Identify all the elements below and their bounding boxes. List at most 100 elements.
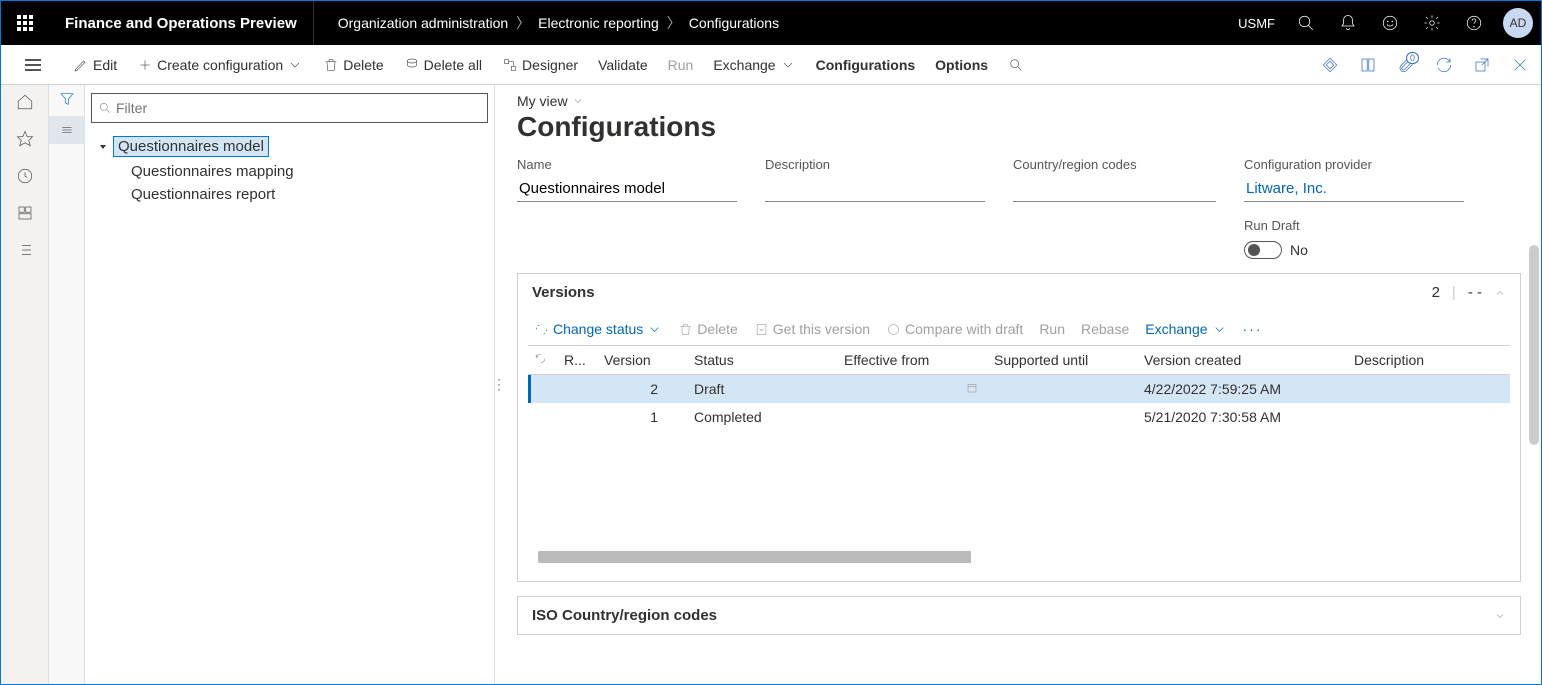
- filter-rail: [49, 85, 85, 684]
- chevron-down-icon: [572, 95, 584, 107]
- main-content: My view Configurations Name Description …: [503, 85, 1541, 684]
- search-icon: [1297, 14, 1315, 32]
- version-exchange-button[interactable]: Exchange: [1145, 321, 1226, 337]
- list-toggle-button[interactable]: [49, 116, 85, 144]
- run-draft-value: No: [1290, 242, 1308, 258]
- validate-button[interactable]: Validate: [594, 57, 652, 73]
- favorites-rail-button[interactable]: [16, 130, 34, 151]
- chevron-up-icon: [1494, 287, 1506, 299]
- col-supported[interactable]: Supported until: [988, 346, 1138, 375]
- popout-button[interactable]: [1469, 56, 1495, 74]
- run-draft-toggle-wrap: No: [1244, 241, 1464, 259]
- cell-status: Draft: [688, 375, 838, 404]
- grid-refresh-header[interactable]: [528, 346, 558, 375]
- help-button[interactable]: [1453, 1, 1495, 45]
- star-icon: [16, 130, 34, 148]
- workspaces-rail-button[interactable]: [16, 204, 34, 225]
- table-row[interactable]: 2 Draft 4/22/2022 7:59:25 AM: [528, 375, 1510, 404]
- versions-section-body: Change status Delete Get this version Co…: [518, 311, 1520, 581]
- col-effective[interactable]: Effective from: [838, 346, 988, 375]
- vertical-scrollbar[interactable]: [1529, 245, 1539, 445]
- cell-supported: [988, 403, 1138, 431]
- configurations-button[interactable]: Configurations: [812, 57, 920, 73]
- company-code[interactable]: USMF: [1228, 16, 1285, 31]
- left-rail: [1, 85, 49, 684]
- description-input[interactable]: [765, 176, 985, 202]
- provider-input[interactable]: [1244, 176, 1464, 202]
- run-draft-label: Run Draft: [1244, 218, 1464, 233]
- country-field: Country/region codes: [1013, 157, 1216, 259]
- hamburger-button[interactable]: [9, 59, 57, 71]
- tree-item-label: Questionnaires report: [131, 186, 275, 203]
- tree-item-label: Questionnaires model: [113, 136, 269, 157]
- versions-section-header[interactable]: Versions 2 | - -: [518, 274, 1520, 311]
- breadcrumb-item[interactable]: Configurations: [689, 15, 779, 31]
- compare-button: Compare with draft: [886, 321, 1023, 337]
- col-version[interactable]: Version: [598, 346, 688, 375]
- cell-description: [1348, 403, 1510, 431]
- section-title: Versions: [532, 284, 595, 301]
- trash-icon: [678, 322, 693, 337]
- funnel-icon: [59, 91, 75, 107]
- diamond-button[interactable]: [1317, 56, 1343, 74]
- open-button[interactable]: [1355, 56, 1381, 74]
- home-icon: [16, 93, 34, 111]
- find-button[interactable]: [1004, 57, 1028, 73]
- feedback-button[interactable]: [1369, 1, 1411, 45]
- body: Questionnaires model Questionnaires mapp…: [1, 85, 1541, 684]
- run-button: Run: [664, 57, 698, 73]
- section-title: ISO Country/region codes: [532, 607, 717, 624]
- lines-icon: [59, 122, 75, 138]
- filter-rail-button[interactable]: [59, 91, 75, 110]
- tree-item-questionnaires-report[interactable]: Questionnaires report: [91, 183, 488, 206]
- designer-button[interactable]: Designer: [498, 57, 582, 73]
- tree-filter-input[interactable]: [116, 100, 481, 116]
- iso-section: ISO Country/region codes: [517, 596, 1521, 635]
- app-launcher-button[interactable]: [1, 1, 49, 45]
- country-input[interactable]: [1013, 176, 1216, 202]
- close-button[interactable]: [1507, 56, 1533, 74]
- chevron-right-icon: 〉: [516, 13, 530, 33]
- search-button[interactable]: [1285, 1, 1327, 45]
- user-avatar[interactable]: AD: [1503, 8, 1533, 38]
- change-status-button[interactable]: Change status: [534, 321, 662, 337]
- edit-button[interactable]: Edit: [69, 57, 121, 73]
- col-description[interactable]: Description: [1348, 346, 1510, 375]
- field-label: Country/region codes: [1013, 157, 1216, 172]
- refresh-button[interactable]: [1431, 56, 1457, 74]
- recent-rail-button[interactable]: [16, 167, 34, 188]
- tree-item-questionnaires-mapping[interactable]: Questionnaires mapping: [91, 160, 488, 183]
- tree-filter-input-wrap: [91, 93, 488, 123]
- version-run-button: Run: [1039, 321, 1065, 337]
- delete-all-button[interactable]: Delete all: [400, 57, 486, 73]
- view-selector[interactable]: My view: [517, 93, 1521, 109]
- breadcrumb-item[interactable]: Electronic reporting: [538, 15, 659, 31]
- table-row[interactable]: 1 Completed 5/21/2020 7:30:58 AM: [528, 403, 1510, 431]
- horizontal-scrollbar[interactable]: [538, 551, 1500, 563]
- refresh-icon: [534, 352, 547, 365]
- home-rail-button[interactable]: [16, 93, 34, 114]
- action-bar-right: 0: [1317, 56, 1533, 74]
- splitter-handle[interactable]: ⋮: [495, 85, 503, 684]
- col-r[interactable]: R...: [558, 346, 598, 375]
- name-input[interactable]: [517, 176, 737, 202]
- col-created[interactable]: Version created: [1138, 346, 1348, 375]
- iso-section-header[interactable]: ISO Country/region codes: [518, 597, 1520, 634]
- options-button[interactable]: Options: [931, 57, 992, 73]
- fields-row: Name Description Country/region codes Co…: [517, 157, 1521, 259]
- settings-button[interactable]: [1411, 1, 1453, 45]
- cell-supported: [988, 375, 1138, 404]
- breadcrumb-item[interactable]: Organization administration: [338, 15, 508, 31]
- attachments-button[interactable]: 0: [1393, 56, 1419, 74]
- versions-grid: R... Version Status Effective from Suppo…: [528, 345, 1510, 431]
- gear-icon: [1423, 14, 1441, 32]
- col-status[interactable]: Status: [688, 346, 838, 375]
- run-draft-toggle[interactable]: [1244, 241, 1282, 259]
- notifications-button[interactable]: [1327, 1, 1369, 45]
- exchange-button[interactable]: Exchange: [709, 57, 799, 73]
- modules-rail-button[interactable]: [16, 241, 34, 262]
- more-button[interactable]: ···: [1243, 321, 1263, 337]
- create-config-button[interactable]: Create configuration: [133, 57, 307, 73]
- delete-button[interactable]: Delete: [319, 57, 387, 73]
- tree-item-questionnaires-model[interactable]: Questionnaires model: [91, 133, 488, 160]
